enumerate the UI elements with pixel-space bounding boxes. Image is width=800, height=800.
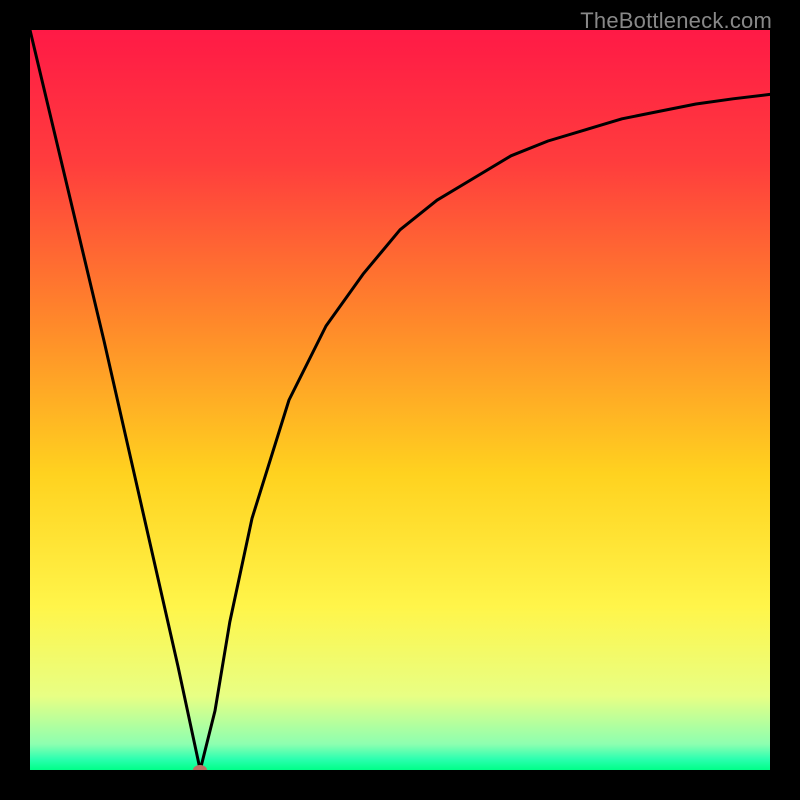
bottleneck-curve <box>30 30 770 770</box>
optimal-point-marker <box>193 765 207 770</box>
chart-frame: TheBottleneck.com <box>0 0 800 800</box>
bottleneck-curve-svg <box>30 30 770 770</box>
plot-area <box>30 30 770 770</box>
